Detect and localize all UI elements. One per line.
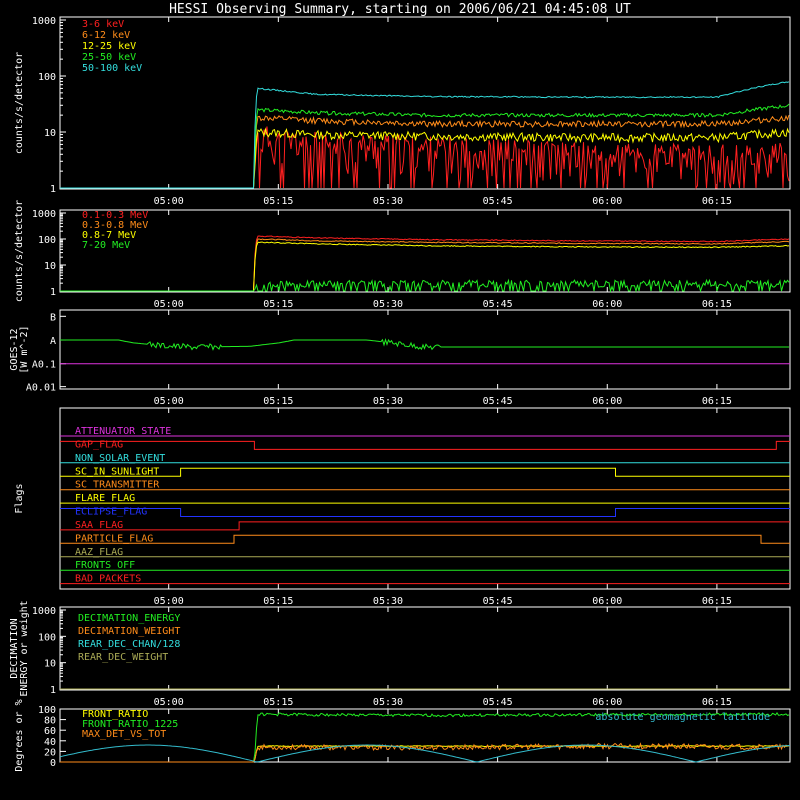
- gamma-xtick-label: 06:00: [592, 299, 622, 310]
- chart-title: HESSI Observing Summary, starting on 200…: [169, 2, 631, 17]
- xray-legend-entry: 6-12 keV: [82, 30, 130, 41]
- flag-label: ATTENUATOR_STATE: [75, 426, 171, 437]
- goes-xtick-label: 05:15: [263, 396, 293, 407]
- flag-label: SC_IN_SUNLIGHT: [75, 466, 159, 477]
- xray-xtick-label: 05:30: [373, 196, 403, 207]
- flag-label: SAA_FLAG: [75, 520, 123, 531]
- gamma-legend-entry: 7-20 MeV: [82, 240, 130, 251]
- goes-ylabel: [W m^-2]: [19, 325, 30, 373]
- flags-ylabel: Flags: [14, 483, 25, 513]
- decimation-ytick-label: 100: [38, 632, 56, 643]
- ratio-ytick-label: 40: [44, 737, 56, 748]
- decimation-xtick-label: 05:00: [154, 697, 184, 708]
- ratio-ytick-label: 80: [44, 716, 56, 727]
- flag-label: FRONTS_OFF: [75, 560, 135, 571]
- flags-xtick-label: 06:00: [592, 596, 622, 607]
- xray-legend-entry: 25-50 keV: [82, 52, 136, 63]
- gamma-ytick-label: 1000: [32, 209, 56, 220]
- xray-legend-entry: 3-6 keV: [82, 19, 124, 30]
- decimation-xtick-label: 06:00: [592, 697, 622, 708]
- flag-label: ECLIPSE_FLAG: [75, 507, 147, 518]
- decimation-xtick-label: 05:30: [373, 697, 403, 708]
- goes-ytick-label: B: [50, 312, 56, 323]
- xray-xtick-label: 06:15: [702, 196, 732, 207]
- flag-label: GAP_FLAG: [75, 439, 123, 450]
- decimation-legend-entry: REAR_DEC_WEIGHT: [78, 652, 168, 663]
- ratio-ytick-label: 20: [44, 747, 56, 758]
- flag-label: BAD_PACKETS: [75, 574, 141, 585]
- ratio-ytick-label: 60: [44, 726, 56, 737]
- goes-ytick-label: A0.01: [26, 383, 56, 394]
- gamma-xtick-label: 05:45: [483, 299, 513, 310]
- gamma-xtick-label: 05:00: [154, 299, 184, 310]
- ratio-ytick-label: 0: [50, 758, 56, 769]
- flag-label: PARTICLE_FLAG: [75, 533, 153, 544]
- gamma-xtick-label: 05:15: [263, 299, 293, 310]
- gamma-xtick-label: 06:15: [702, 299, 732, 310]
- ratio-ylabel: Degrees or %: [14, 699, 25, 771]
- xray-xtick-label: 05:45: [483, 196, 513, 207]
- ratio-legend-entry: MAX_DET_VS_TOT: [82, 729, 166, 740]
- decimation-xtick-label: 05:15: [263, 697, 293, 708]
- flag-label: SC_TRANSMITTER: [75, 480, 160, 491]
- decimation-ytick-label: 1000: [32, 606, 56, 617]
- xray-ytick-label: 1000: [32, 16, 56, 27]
- ratio-ytick-label: 100: [38, 705, 56, 716]
- latitude-annotation: absolute geomagnetic latitude: [595, 712, 770, 723]
- goes-xtick-label: 05:00: [154, 396, 184, 407]
- xray-legend-entry: 12-25 keV: [82, 41, 136, 52]
- flags-xtick-label: 05:00: [154, 596, 184, 607]
- decimation-xtick-label: 06:15: [702, 697, 732, 708]
- goes-xtick-label: 05:30: [373, 396, 403, 407]
- xray-ytick-label: 10: [44, 128, 56, 139]
- decimation-ylabel: ENERGY or weight: [19, 600, 30, 696]
- goes-xtick-label: 06:15: [702, 396, 732, 407]
- decimation-legend-entry: REAR_DEC_CHAN/128: [78, 639, 180, 650]
- flag-label: FLARE_FLAG: [75, 493, 135, 504]
- decimation-xtick-label: 05:45: [483, 697, 513, 708]
- goes-xtick-label: 05:45: [483, 396, 513, 407]
- hessi-observing-summary-chart: HESSI Observing Summary, starting on 200…: [0, 0, 800, 800]
- gamma-ytick-label: 100: [38, 235, 56, 246]
- decimation-ytick-label: 10: [44, 659, 56, 670]
- xray-ytick-label: 100: [38, 72, 56, 83]
- xray-xtick-label: 05:15: [263, 196, 293, 207]
- xray-xtick-label: 05:00: [154, 196, 184, 207]
- flags-xtick-label: 05:45: [483, 596, 513, 607]
- goes-ytick-label: A0.1: [32, 360, 56, 371]
- xray-legend-entry: 50-100 keV: [82, 63, 142, 74]
- decimation-legend-entry: DECIMATION_WEIGHT: [78, 626, 180, 637]
- flag-label: NON_SOLAR_EVENT: [75, 453, 165, 464]
- gamma-ylabel: counts/s/detector: [14, 200, 25, 302]
- flags-xtick-label: 05:15: [263, 596, 293, 607]
- goes-ytick-label: A: [50, 336, 56, 347]
- xray-xtick-label: 06:00: [592, 196, 622, 207]
- flags-xtick-label: 05:30: [373, 596, 403, 607]
- gamma-ytick-label: 1: [50, 287, 56, 298]
- xray-ytick-label: 1: [50, 184, 56, 195]
- decimation-legend-entry: DECIMATION_ENERGY: [78, 613, 180, 624]
- decimation-ytick-label: 1: [50, 685, 56, 696]
- flags-xtick-label: 06:15: [702, 596, 732, 607]
- gamma-ytick-label: 10: [44, 261, 56, 272]
- gamma-xtick-label: 05:30: [373, 299, 403, 310]
- xray-ylabel: counts/s/detector: [14, 52, 25, 154]
- goes-xtick-label: 06:00: [592, 396, 622, 407]
- flag-label: AAZ_FLAG: [75, 547, 123, 558]
